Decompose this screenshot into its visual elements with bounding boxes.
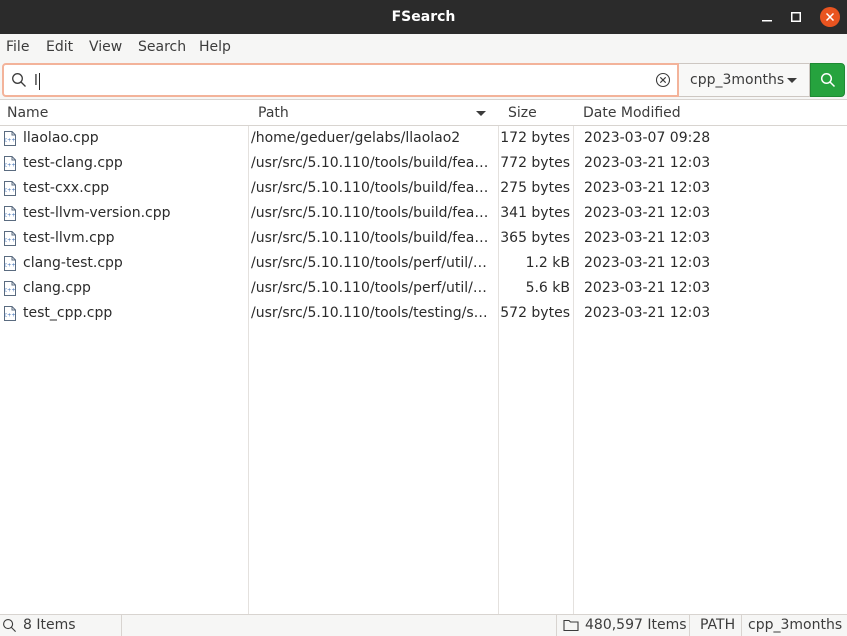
file-path-cell: /usr/src/5.10.110/tools/perf/util/… — [251, 255, 487, 271]
file-name-cell: test-llvm.cpp — [23, 230, 115, 246]
date-modified-cell: 2023-03-21 12:03 — [584, 180, 711, 196]
maximize-button[interactable] — [781, 0, 811, 34]
result-count: 8 Items — [23, 617, 76, 633]
chevron-down-icon — [787, 78, 797, 83]
search-input[interactable]: l — [2, 63, 679, 97]
maximize-icon — [791, 12, 801, 22]
menu-view[interactable]: View — [89, 34, 122, 61]
table-row[interactable]: c++ test-cxx.cpp/usr/src/5.10.110/tools/b… — [0, 176, 847, 201]
filter-dropdown-value: cpp_3months — [690, 72, 785, 88]
cpp-file-icon: c++ — [3, 306, 17, 321]
table-row[interactable]: c++ test-llvm-version.cpp/usr/src/5.10.11… — [0, 201, 847, 226]
clear-icon[interactable] — [655, 72, 671, 88]
search-icon — [3, 619, 16, 632]
table-header: Name Path Size Date Modified — [0, 99, 847, 126]
file-path-cell: /usr/src/5.10.110/tools/build/fea… — [251, 155, 489, 171]
search-bar: l cpp_3months — [0, 61, 847, 99]
menu-help[interactable]: Help — [199, 34, 231, 61]
menu-edit[interactable]: Edit — [46, 34, 73, 61]
date-modified-cell: 2023-03-21 12:03 — [584, 205, 711, 221]
date-modified-cell: 2023-03-21 12:03 — [584, 230, 711, 246]
date-modified-cell: 2023-03-21 12:03 — [584, 155, 711, 171]
table-row[interactable]: c++ test_cpp.cpp/usr/src/5.10.110/tools/t… — [0, 301, 847, 326]
search-button[interactable] — [810, 63, 845, 97]
table-row[interactable]: c++ llaolao.cpp/home/geduer/gelabs/llaola… — [0, 126, 847, 151]
file-name-cell: test-clang.cpp — [23, 155, 123, 171]
file-size-cell: 341 bytes — [500, 205, 570, 221]
cpp-file-icon: c++ — [3, 256, 17, 271]
search-query[interactable]: l — [34, 71, 38, 91]
column-header-size[interactable]: Size — [508, 100, 572, 126]
menu-bar: File Edit View Search Help — [0, 34, 847, 61]
status-divider — [556, 615, 557, 636]
menu-file[interactable]: File — [6, 34, 29, 61]
cpp-file-icon: c++ — [3, 156, 17, 171]
file-size-cell: 5.6 kB — [525, 280, 570, 296]
cpp-file-icon: c++ — [3, 206, 17, 221]
close-icon — [826, 13, 834, 21]
menu-search[interactable]: Search — [138, 34, 186, 61]
file-name-cell: clang.cpp — [23, 280, 91, 296]
filter-dropdown[interactable]: cpp_3months — [679, 63, 810, 97]
table-row[interactable]: c++ clang-test.cpp/usr/src/5.10.110/tools… — [0, 251, 847, 276]
status-divider — [741, 615, 742, 636]
file-name-cell: test-cxx.cpp — [23, 180, 110, 196]
file-path-cell: /usr/src/5.10.110/tools/build/fea… — [251, 230, 489, 246]
cpp-file-icon: c++ — [3, 131, 17, 146]
sort-descending-icon — [476, 111, 486, 116]
table-row[interactable]: c++ clang.cpp/usr/src/5.10.110/tools/perf… — [0, 276, 847, 301]
status-bar: 8 Items 480,597 Items PATH cpp_3months — [0, 614, 847, 636]
close-button[interactable] — [815, 0, 845, 34]
file-path-cell: /usr/src/5.10.110/tools/testing/s… — [251, 305, 488, 321]
file-size-cell: 772 bytes — [500, 155, 570, 171]
results-table: Name Path Size Date Modified c++ llaolao.… — [0, 99, 847, 614]
column-header-path[interactable]: Path — [258, 100, 468, 126]
svg-text:c++: c++ — [4, 263, 15, 269]
file-path-cell: /usr/src/5.10.110/tools/build/fea… — [251, 205, 489, 221]
table-row[interactable]: c++ test-clang.cpp/usr/src/5.10.110/tools… — [0, 151, 847, 176]
minimize-icon — [762, 20, 772, 22]
file-size-cell: 275 bytes — [500, 180, 570, 196]
svg-text:c++: c++ — [4, 163, 15, 169]
svg-text:c++: c++ — [4, 288, 15, 294]
file-name-cell: llaolao.cpp — [23, 130, 99, 146]
file-size-cell: 1.2 kB — [525, 255, 570, 271]
file-path-cell: /usr/src/5.10.110/tools/perf/util/… — [251, 280, 487, 296]
file-name-cell: test-llvm-version.cpp — [23, 205, 171, 221]
svg-text:c++: c++ — [4, 213, 15, 219]
status-divider — [121, 615, 122, 636]
minimize-button[interactable] — [752, 0, 782, 34]
date-modified-cell: 2023-03-21 12:03 — [584, 280, 711, 296]
file-size-cell: 172 bytes — [500, 130, 570, 146]
title-bar: FSearch — [0, 0, 847, 34]
file-path-cell: /home/geduer/gelabs/llaolao2 — [251, 130, 461, 146]
svg-text:c++: c++ — [4, 188, 15, 194]
search-icon — [12, 73, 26, 87]
database-count: 480,597 Items — [585, 617, 687, 633]
table-row[interactable]: c++ test-llvm.cpp/usr/src/5.10.110/tools/… — [0, 226, 847, 251]
folder-icon — [563, 619, 579, 632]
cpp-file-icon: c++ — [3, 231, 17, 246]
window-title: FSearch — [391, 9, 456, 25]
search-icon — [820, 72, 835, 88]
file-size-cell: 365 bytes — [500, 230, 570, 246]
cpp-file-icon: c++ — [3, 181, 17, 196]
date-modified-cell: 2023-03-21 12:03 — [584, 255, 711, 271]
file-size-cell: 572 bytes — [500, 305, 570, 321]
text-caret — [39, 73, 40, 90]
column-header-name[interactable]: Name — [7, 100, 247, 126]
cpp-file-icon: c++ — [3, 281, 17, 296]
date-modified-cell: 2023-03-21 12:03 — [584, 305, 711, 321]
svg-text:c++: c++ — [4, 313, 15, 319]
active-filter-indicator: cpp_3months — [748, 617, 843, 633]
file-name-cell: test_cpp.cpp — [23, 305, 113, 321]
date-modified-cell: 2023-03-07 09:28 — [584, 130, 711, 146]
status-divider — [689, 615, 690, 636]
search-mode-indicator: PATH — [700, 617, 736, 633]
column-header-date-modified[interactable]: Date Modified — [583, 100, 783, 126]
svg-text:c++: c++ — [4, 138, 15, 144]
svg-text:c++: c++ — [4, 238, 15, 244]
file-path-cell: /usr/src/5.10.110/tools/build/fea… — [251, 180, 489, 196]
file-name-cell: clang-test.cpp — [23, 255, 123, 271]
